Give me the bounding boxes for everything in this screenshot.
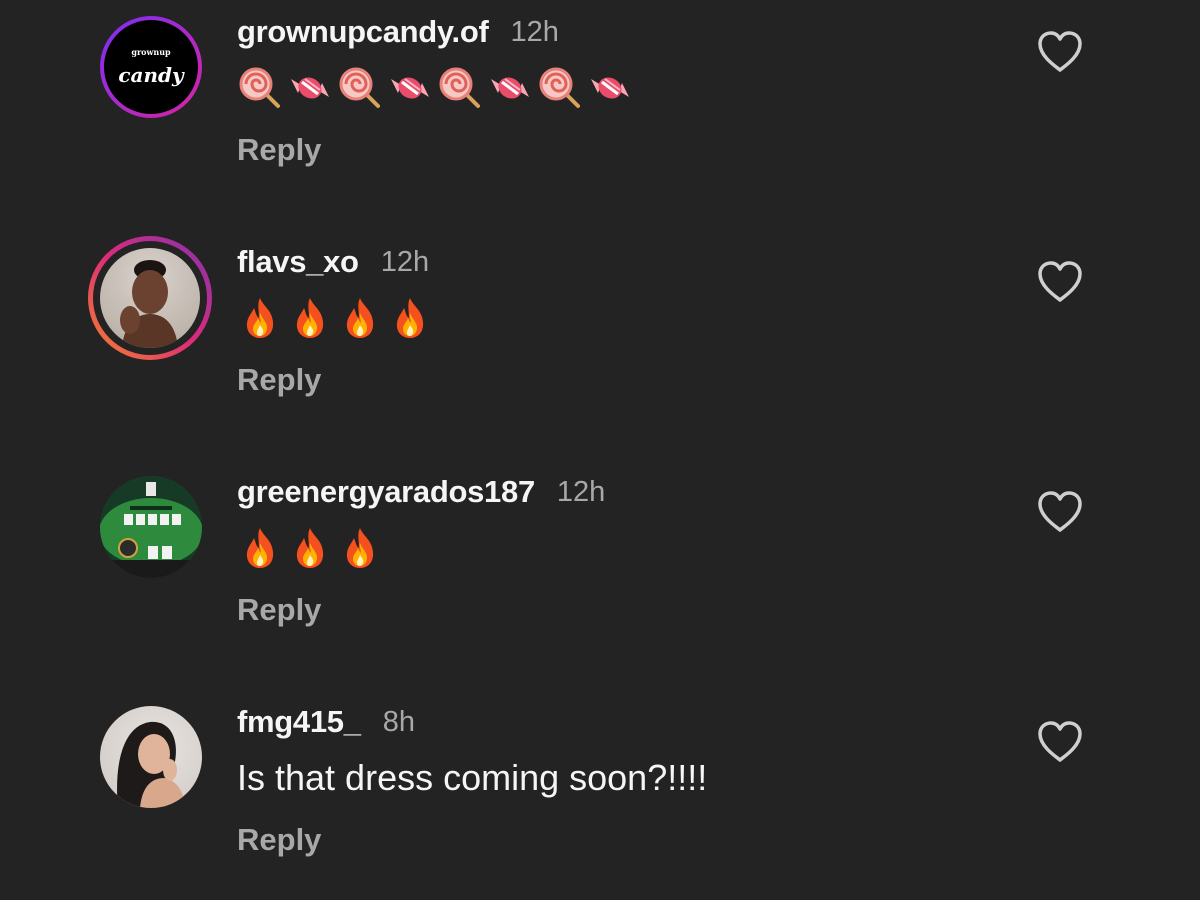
fire-icon <box>237 525 283 571</box>
candy-icon <box>487 65 533 111</box>
lollipop-icon <box>237 65 283 111</box>
avatar[interactable]: grownup candy <box>100 16 202 118</box>
timestamp: 12h <box>510 15 559 48</box>
avatar[interactable] <box>88 236 212 360</box>
comment-item: flavs_xo 12h Reply <box>0 230 1200 430</box>
comment-header: fmg415_ 8h <box>237 700 415 744</box>
username-link[interactable]: fmg415_ <box>237 704 361 740</box>
comment-text: Is that dress coming soon?!!!! <box>237 757 708 798</box>
candy-icon <box>587 65 633 111</box>
username-link[interactable]: flavs_xo <box>237 244 359 280</box>
comment-text <box>237 62 633 114</box>
comment-header: flavs_xo 12h <box>237 240 429 284</box>
fire-icon <box>287 525 333 571</box>
reply-button[interactable]: Reply <box>237 132 321 168</box>
heart-outline-icon[interactable] <box>1036 260 1084 304</box>
emoji-row <box>237 525 383 571</box>
fire-icon <box>337 295 383 341</box>
emoji-row <box>237 295 433 341</box>
lollipop-icon <box>537 65 583 111</box>
reply-button[interactable]: Reply <box>237 362 321 398</box>
logo-small-text: grownup <box>131 47 171 57</box>
timestamp: 12h <box>380 245 430 278</box>
fire-icon <box>287 295 333 341</box>
comment-item: grownup candy grownupcandy.of 12h Reply <box>0 0 1200 200</box>
timestamp: 12h <box>556 475 606 508</box>
brand-logo: grownup candy <box>104 20 198 114</box>
fire-icon <box>237 295 283 341</box>
heart-outline-icon[interactable] <box>1036 720 1084 764</box>
fire-icon <box>387 295 433 341</box>
candy-icon <box>287 65 333 111</box>
heart-outline-icon[interactable] <box>1036 490 1084 534</box>
timestamp: 8h <box>382 705 415 738</box>
heart-outline-icon[interactable] <box>1036 30 1084 74</box>
lollipop-icon <box>437 65 483 111</box>
comment-text <box>237 292 433 344</box>
emoji-row <box>237 65 633 111</box>
reply-button[interactable]: Reply <box>237 592 321 628</box>
fire-icon <box>337 525 383 571</box>
comment-text <box>237 522 383 574</box>
lollipop-icon <box>337 65 383 111</box>
username-link[interactable]: greenergyarados187 <box>237 474 535 510</box>
comment-header: greenergyarados187 12h <box>237 470 605 514</box>
reply-button[interactable]: Reply <box>237 822 321 858</box>
comment-header: grownupcandy.of 12h <box>237 10 559 54</box>
profile-photo <box>117 721 186 808</box>
logo-big-text: candy <box>118 63 184 87</box>
person-silhouette-icon <box>120 260 178 348</box>
avatar[interactable] <box>100 706 202 808</box>
candy-icon <box>387 65 433 111</box>
comments-list: grownup candy grownupcandy.of 12h Reply <box>0 0 1200 900</box>
poker-table-image <box>100 476 202 578</box>
comment-item: greenergyarados187 12h Reply <box>0 460 1200 660</box>
profile-photo <box>100 248 200 348</box>
avatar[interactable] <box>100 476 202 578</box>
username-link[interactable]: grownupcandy.of <box>237 14 489 50</box>
comment-item: fmg415_ 8h Is that dress coming soon?!!!… <box>0 690 1200 890</box>
